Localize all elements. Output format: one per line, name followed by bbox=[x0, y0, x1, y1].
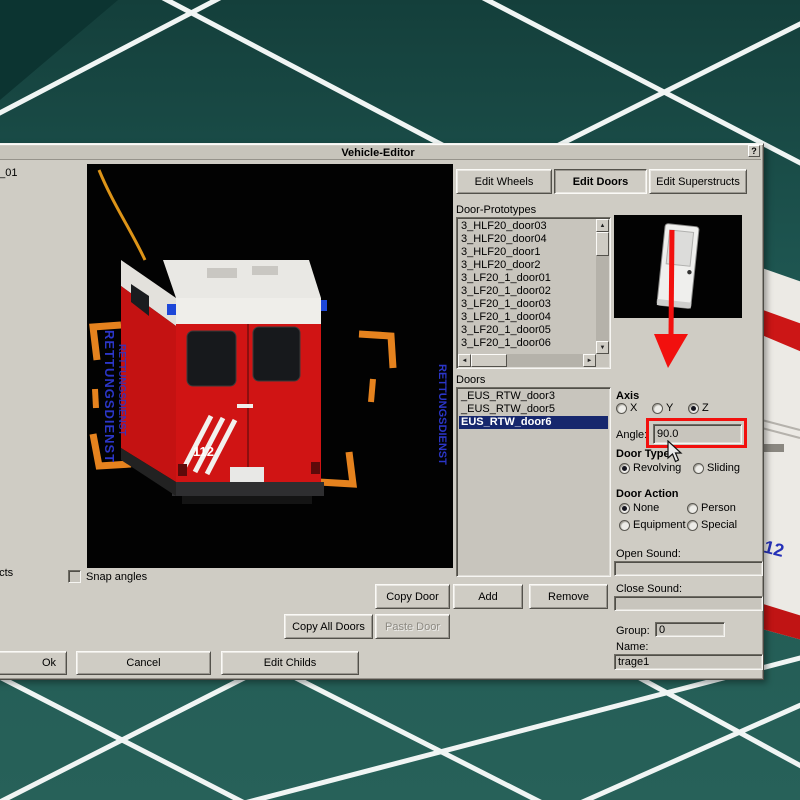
preview-corner-label: 3_01 bbox=[0, 167, 17, 179]
door-type-sliding-radio[interactable] bbox=[693, 463, 704, 474]
help-button[interactable]: ? bbox=[748, 145, 760, 157]
door-prototype-item[interactable]: 3_HLF20_door04 bbox=[459, 233, 595, 246]
scrollbar-thumb[interactable] bbox=[471, 354, 507, 367]
name-label: Name: bbox=[616, 641, 648, 653]
door-action-person-radio[interactable] bbox=[687, 503, 698, 514]
door-prototype-item[interactable]: 3_LF20_1_door04 bbox=[459, 311, 595, 324]
door-prototype-item[interactable]: 3_LF20_1_door01 bbox=[459, 272, 595, 285]
axis-x-label: X bbox=[630, 402, 637, 414]
door-item[interactable]: _EUS_RTW_door5 bbox=[459, 403, 608, 416]
open-sound-label: Open Sound: bbox=[616, 548, 681, 560]
group-input[interactable] bbox=[655, 622, 725, 637]
group-label: Group: bbox=[616, 625, 650, 637]
door-prototype-item[interactable]: 3_LF20_1_door02 bbox=[459, 285, 595, 298]
axis-x-radio[interactable] bbox=[616, 403, 627, 414]
emblem-112: 112 bbox=[193, 444, 214, 459]
door-action-equipment-label: Equipment bbox=[633, 519, 686, 531]
axis-y-radio[interactable] bbox=[652, 403, 663, 414]
door-type-sliding-label: Sliding bbox=[707, 462, 740, 474]
door-type-sliding-option[interactable]: Sliding bbox=[693, 462, 740, 474]
door-action-person-option[interactable]: Person bbox=[687, 502, 736, 514]
door-action-none-option[interactable]: None bbox=[619, 502, 659, 514]
snap-angles-label: Snap angles bbox=[86, 571, 147, 583]
axis-label: Axis bbox=[616, 390, 639, 402]
name-input[interactable] bbox=[614, 654, 763, 670]
door-action-equipment-radio[interactable] bbox=[619, 520, 630, 531]
snap-angles-option[interactable]: Snap angles bbox=[68, 570, 147, 583]
mouse-cursor bbox=[667, 440, 685, 464]
scroll-right-button[interactable]: ► bbox=[583, 354, 596, 367]
scroll-left-button[interactable]: ◄ bbox=[458, 354, 471, 367]
axis-x-option[interactable]: X bbox=[616, 402, 637, 414]
door-action-person-label: Person bbox=[701, 502, 736, 514]
remove-button[interactable]: Remove bbox=[529, 584, 608, 609]
copy-all-doors-button[interactable]: Copy All Doors bbox=[284, 614, 373, 639]
tab-edit-superstructs[interactable]: Edit Superstructs bbox=[649, 169, 747, 194]
close-sound-input[interactable] bbox=[614, 596, 763, 611]
scrollbar-thumb[interactable] bbox=[596, 232, 609, 256]
door-type-revolving-radio[interactable] bbox=[619, 463, 630, 474]
angle-label: Angle: bbox=[616, 429, 647, 441]
angle-highlight-annotation bbox=[646, 418, 747, 448]
door-action-none-radio[interactable] bbox=[619, 503, 630, 514]
door-action-label: Door Action bbox=[616, 488, 679, 500]
door-action-special-option[interactable]: Special bbox=[687, 519, 737, 531]
ok-button[interactable]: Ok bbox=[0, 651, 67, 675]
door-prototype-item[interactable]: 3_LF20_1_door06 bbox=[459, 337, 595, 350]
door-type-label: Door Type bbox=[616, 448, 670, 460]
door-prototypes-list[interactable]: 3_HLF20_door03 3_HLF20_door04 3_HLF20_do… bbox=[456, 217, 611, 369]
titlebar[interactable]: Vehicle-Editor bbox=[0, 146, 761, 160]
vertical-scrollbar[interactable]: ▲ ▼ bbox=[596, 219, 609, 354]
axis-y-label: Y bbox=[666, 402, 673, 414]
paste-door-button[interactable]: Paste Door bbox=[375, 614, 450, 639]
horizontal-scrollbar[interactable]: ◄ ► bbox=[458, 354, 596, 367]
side-lettering-right: RETTUNGSDIENST bbox=[436, 364, 448, 465]
tab-edit-wheels[interactable]: Edit Wheels bbox=[456, 169, 552, 194]
door-prototype-item[interactable]: 3_HLF20_door1 bbox=[459, 246, 595, 259]
scroll-up-button[interactable]: ▲ bbox=[596, 219, 609, 232]
door-prototype-item[interactable]: 3_HLF20_door2 bbox=[459, 259, 595, 272]
door-item[interactable]: _EUS_RTW_door3 bbox=[459, 390, 608, 403]
axis-z-option[interactable]: Z bbox=[688, 402, 709, 414]
vehicle-preview-render: 112 RETTUNGSDIENST RETTUNGSDIENST RETTUN… bbox=[87, 164, 453, 568]
arrow-annotation bbox=[642, 208, 702, 378]
tab-edit-doors[interactable]: Edit Doors bbox=[554, 169, 647, 194]
axis-y-option[interactable]: Y bbox=[652, 402, 673, 414]
side-lettering-left: RETTUNGSDIENST bbox=[102, 330, 117, 463]
close-sound-label: Close Sound: bbox=[616, 583, 682, 595]
axis-z-radio[interactable] bbox=[688, 403, 699, 414]
door-item-selected[interactable]: EUS_RTW_door6 bbox=[459, 416, 608, 429]
door-action-special-radio[interactable] bbox=[687, 520, 698, 531]
add-button[interactable]: Add bbox=[453, 584, 523, 609]
side-lettering-left2: RETTUNGSDIENST bbox=[116, 344, 127, 436]
door-action-equipment-option[interactable]: Equipment bbox=[619, 519, 686, 531]
cancel-button[interactable]: Cancel bbox=[76, 651, 211, 675]
door-prototype-item[interactable]: 3_LF20_1_door03 bbox=[459, 298, 595, 311]
window-title: Vehicle-Editor bbox=[341, 147, 414, 159]
clipped-objects-label: ects bbox=[0, 567, 13, 579]
snap-angles-checkbox[interactable] bbox=[68, 570, 81, 583]
doors-label: Doors bbox=[456, 374, 485, 386]
vehicle-preview[interactable]: 112 RETTUNGSDIENST RETTUNGSDIENST RETTUN… bbox=[87, 164, 453, 568]
axis-z-label: Z bbox=[702, 402, 709, 414]
copy-door-button[interactable]: Copy Door bbox=[375, 584, 450, 609]
door-action-none-label: None bbox=[633, 502, 659, 514]
door-prototype-item[interactable]: 3_HLF20_door03 bbox=[459, 220, 595, 233]
ambulance-model: 112 bbox=[121, 260, 327, 504]
doors-list[interactable]: _EUS_RTW_door3 _EUS_RTW_door5 EUS_RTW_do… bbox=[456, 387, 611, 577]
door-prototype-item[interactable]: 3_LF20_1_door05 bbox=[459, 324, 595, 337]
open-sound-input[interactable] bbox=[614, 561, 763, 576]
door-prototypes-label: Door-Prototypes bbox=[456, 204, 536, 216]
scroll-down-button[interactable]: ▼ bbox=[596, 341, 609, 354]
license-plate bbox=[230, 467, 264, 482]
edit-childs-button[interactable]: Edit Childs bbox=[221, 651, 359, 675]
door-action-special-label: Special bbox=[701, 519, 737, 531]
